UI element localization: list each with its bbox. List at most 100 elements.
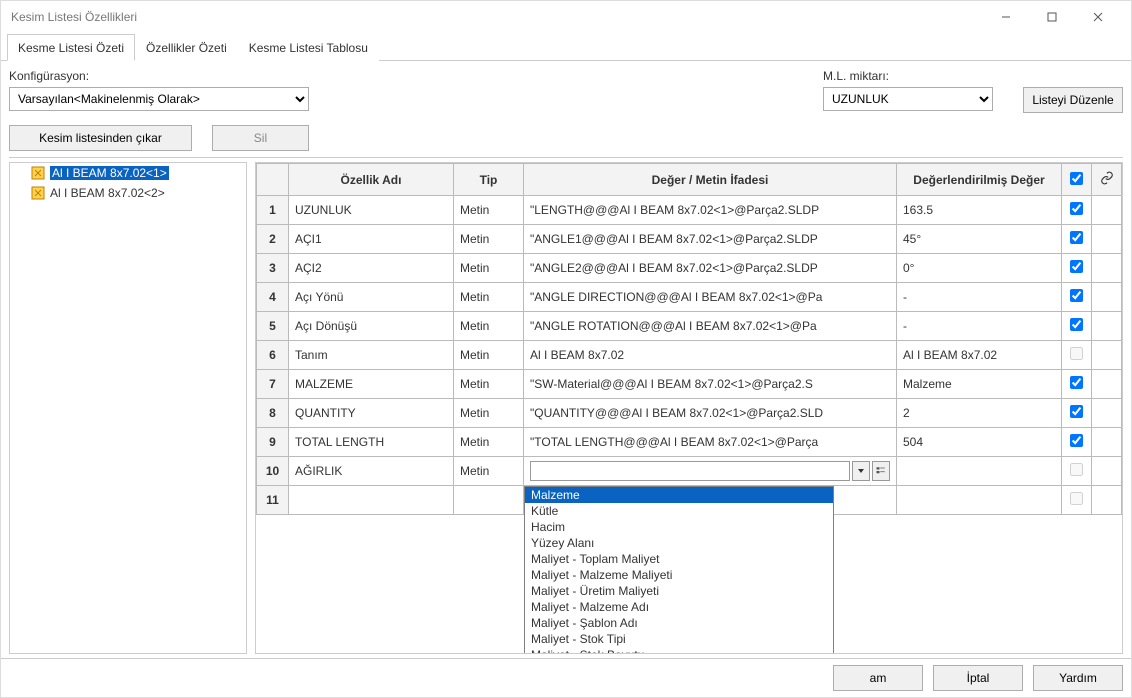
remove-from-list-button[interactable]: Kesim listesinden çıkar bbox=[9, 125, 192, 151]
dropdown-option[interactable]: Maliyet - Stok Tipi bbox=[525, 631, 833, 647]
properties-grid[interactable]: Özellik Adı Tip Değer / Metin İfadesi De… bbox=[256, 163, 1122, 515]
ml-select[interactable]: UZUNLUK bbox=[823, 87, 993, 111]
maximize-button[interactable] bbox=[1029, 1, 1075, 33]
cell-type[interactable]: Metin bbox=[454, 225, 524, 254]
cancel-button[interactable]: İptal bbox=[933, 665, 1023, 691]
dropdown-option[interactable]: Malzeme bbox=[525, 487, 833, 503]
cell-value[interactable]: "TOTAL LENGTH@@@Al I BEAM 8x7.02<1>@Parç… bbox=[524, 428, 897, 457]
row-checkbox[interactable] bbox=[1070, 434, 1083, 447]
dropdown-option[interactable]: Maliyet - Stok Boyutu bbox=[525, 647, 833, 654]
dropdown-option[interactable]: Yüzey Alanı bbox=[525, 535, 833, 551]
col-type[interactable]: Tip bbox=[454, 164, 524, 196]
cell-check[interactable] bbox=[1062, 486, 1092, 515]
col-name[interactable]: Özellik Adı bbox=[289, 164, 454, 196]
col-value[interactable]: Değer / Metin İfadesi bbox=[524, 164, 897, 196]
cell-value[interactable]: Al I BEAM 8x7.02 bbox=[524, 341, 897, 370]
help-button[interactable]: Yardım bbox=[1033, 665, 1123, 691]
table-row[interactable]: 6TanımMetinAl I BEAM 8x7.02Al I BEAM 8x7… bbox=[257, 341, 1122, 370]
cell-check[interactable] bbox=[1062, 428, 1092, 457]
close-button[interactable] bbox=[1075, 1, 1121, 33]
tab-1[interactable]: Özellikler Özeti bbox=[135, 34, 238, 61]
cell-check[interactable] bbox=[1062, 370, 1092, 399]
tab-0[interactable]: Kesme Listesi Özeti bbox=[7, 34, 135, 61]
cell-link[interactable] bbox=[1092, 428, 1122, 457]
cell-link[interactable] bbox=[1092, 370, 1122, 399]
row-checkbox[interactable] bbox=[1070, 405, 1083, 418]
cell-name[interactable]: Açı Yönü bbox=[289, 283, 454, 312]
cell-type[interactable]: Metin bbox=[454, 428, 524, 457]
cell-check[interactable] bbox=[1062, 312, 1092, 341]
delete-button[interactable]: Sil bbox=[212, 125, 309, 151]
row-checkbox[interactable] bbox=[1070, 260, 1083, 273]
cell-value[interactable]: "SW-Material@@@Al I BEAM 8x7.02<1>@Parça… bbox=[524, 370, 897, 399]
tab-2[interactable]: Kesme Listesi Tablosu bbox=[238, 34, 379, 61]
cell-type[interactable] bbox=[454, 486, 524, 515]
cell-name[interactable]: AÇI1 bbox=[289, 225, 454, 254]
cell-link[interactable] bbox=[1092, 399, 1122, 428]
cell-link[interactable] bbox=[1092, 486, 1122, 515]
cell-check[interactable] bbox=[1062, 457, 1092, 486]
value-link-button[interactable] bbox=[872, 461, 890, 481]
minimize-button[interactable] bbox=[983, 1, 1029, 33]
dropdown-option[interactable]: Hacim bbox=[525, 519, 833, 535]
cell-link[interactable] bbox=[1092, 254, 1122, 283]
cell-name[interactable]: AĞIRLIK bbox=[289, 457, 454, 486]
tree-item[interactable]: Al I BEAM 8x7.02<1> bbox=[10, 163, 246, 183]
value-input[interactable] bbox=[530, 461, 850, 481]
header-checkbox[interactable] bbox=[1070, 172, 1083, 185]
col-eval[interactable]: Değerlendirilmiş Değer bbox=[897, 164, 1062, 196]
cell-check[interactable] bbox=[1062, 225, 1092, 254]
cell-type[interactable]: Metin bbox=[454, 457, 524, 486]
value-dropdown-toggle[interactable] bbox=[852, 461, 870, 481]
dropdown-option[interactable]: Maliyet - Malzeme Maliyeti bbox=[525, 567, 833, 583]
cell-name[interactable] bbox=[289, 486, 454, 515]
row-checkbox[interactable] bbox=[1070, 318, 1083, 331]
dropdown-option[interactable]: Kütle bbox=[525, 503, 833, 519]
cell-link[interactable] bbox=[1092, 283, 1122, 312]
tree-item[interactable]: Al I BEAM 8x7.02<2> bbox=[10, 183, 246, 203]
cell-name[interactable]: AÇI2 bbox=[289, 254, 454, 283]
table-row[interactable]: 9TOTAL LENGTHMetin"TOTAL LENGTH@@@Al I B… bbox=[257, 428, 1122, 457]
cell-check[interactable] bbox=[1062, 254, 1092, 283]
value-dropdown[interactable]: MalzemeKütleHacimYüzey AlanıMaliyet - To… bbox=[524, 486, 834, 654]
cell-link[interactable] bbox=[1092, 225, 1122, 254]
table-row[interactable]: 7MALZEMEMetin"SW-Material@@@Al I BEAM 8x… bbox=[257, 370, 1122, 399]
dropdown-option[interactable]: Maliyet - Malzeme Adı bbox=[525, 599, 833, 615]
cell-check[interactable] bbox=[1062, 341, 1092, 370]
cell-name[interactable]: TOTAL LENGTH bbox=[289, 428, 454, 457]
col-link[interactable] bbox=[1092, 164, 1122, 196]
cutlist-tree[interactable]: Al I BEAM 8x7.02<1>Al I BEAM 8x7.02<2> bbox=[9, 162, 247, 654]
cell-name[interactable]: MALZEME bbox=[289, 370, 454, 399]
cell-value[interactable]: "ANGLE DIRECTION@@@Al I BEAM 8x7.02<1>@P… bbox=[524, 283, 897, 312]
col-check[interactable] bbox=[1062, 164, 1092, 196]
row-checkbox[interactable] bbox=[1070, 231, 1083, 244]
cell-value[interactable]: "ANGLE2@@@Al I BEAM 8x7.02<1>@Parça2.SLD… bbox=[524, 254, 897, 283]
cell-type[interactable]: Metin bbox=[454, 312, 524, 341]
cell-value[interactable]: "QUANTITY@@@Al I BEAM 8x7.02<1>@Parça2.S… bbox=[524, 399, 897, 428]
cell-link[interactable] bbox=[1092, 312, 1122, 341]
table-row[interactable]: 3AÇI2Metin"ANGLE2@@@Al I BEAM 8x7.02<1>@… bbox=[257, 254, 1122, 283]
table-row[interactable]: 1UZUNLUKMetin"LENGTH@@@Al I BEAM 8x7.02<… bbox=[257, 196, 1122, 225]
dropdown-option[interactable]: Maliyet - Toplam Maliyet bbox=[525, 551, 833, 567]
dropdown-option[interactable]: Maliyet - Şablon Adı bbox=[525, 615, 833, 631]
cell-name[interactable]: UZUNLUK bbox=[289, 196, 454, 225]
table-row[interactable]: 2AÇI1Metin"ANGLE1@@@Al I BEAM 8x7.02<1>@… bbox=[257, 225, 1122, 254]
cell-check[interactable] bbox=[1062, 283, 1092, 312]
cell-value-editing[interactable] bbox=[524, 457, 897, 486]
cell-value[interactable]: "ANGLE ROTATION@@@Al I BEAM 8x7.02<1>@Pa bbox=[524, 312, 897, 341]
cell-type[interactable]: Metin bbox=[454, 254, 524, 283]
dropdown-option[interactable]: Maliyet - Üretim Maliyeti bbox=[525, 583, 833, 599]
cell-type[interactable]: Metin bbox=[454, 370, 524, 399]
cell-name[interactable]: Açı Dönüşü bbox=[289, 312, 454, 341]
cell-check[interactable] bbox=[1062, 399, 1092, 428]
cell-value[interactable]: "ANGLE1@@@Al I BEAM 8x7.02<1>@Parça2.SLD… bbox=[524, 225, 897, 254]
cell-type[interactable]: Metin bbox=[454, 283, 524, 312]
cell-type[interactable]: Metin bbox=[454, 399, 524, 428]
cell-value[interactable]: "LENGTH@@@Al I BEAM 8x7.02<1>@Parça2.SLD… bbox=[524, 196, 897, 225]
table-row[interactable]: 10AĞIRLIKMetin bbox=[257, 457, 1122, 486]
cell-link[interactable] bbox=[1092, 341, 1122, 370]
cell-check[interactable] bbox=[1062, 196, 1092, 225]
config-select[interactable]: Varsayılan<Makinelenmiş Olarak> bbox=[9, 87, 309, 111]
row-checkbox[interactable] bbox=[1070, 376, 1083, 389]
edit-list-button[interactable]: Listeyi Düzenle bbox=[1023, 87, 1123, 113]
